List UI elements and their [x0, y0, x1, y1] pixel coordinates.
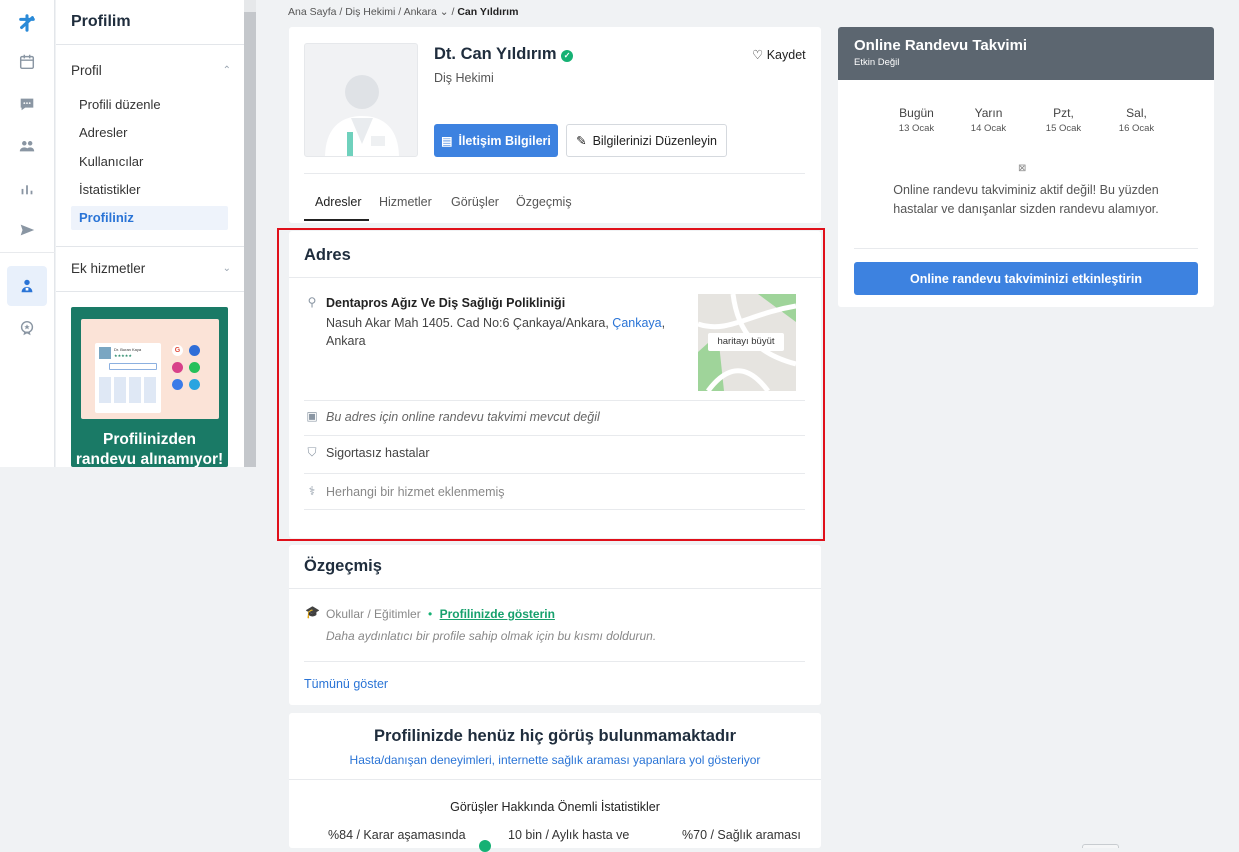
- save-label: Kaydet: [766, 48, 806, 62]
- active-tab-indicator: [304, 219, 369, 221]
- sidebar-item-your-profile[interactable]: Profiliniz: [71, 206, 228, 230]
- date-tuesday: 16 Ocak: [1118, 123, 1155, 134]
- app-logo-icon[interactable]: [15, 11, 39, 35]
- calendar-icon[interactable]: [15, 50, 39, 74]
- stat-health-search: %70 / Sağlık araması: [682, 828, 801, 842]
- graduation-cap-icon: 🎓: [305, 605, 320, 619]
- day-tomorrow: Yarın: [974, 106, 1003, 120]
- show-on-profile-link[interactable]: Profilinizde gösterin: [440, 607, 555, 621]
- promo-banner[interactable]: Dr. Buran Kaya ★★★★★ G Profilinizden ran…: [71, 307, 228, 467]
- edit-profile-label: Bilgilerinizi Düzenleyin: [592, 133, 717, 148]
- reviews-heading: Profilinizde henüz hiç görüş bulunmamakt…: [373, 727, 737, 745]
- calendar-title: Online Randevu Takvimi: [854, 37, 1028, 54]
- tab-biography[interactable]: Özgeçmiş: [516, 195, 572, 209]
- side-menu-scrollbar[interactable]: [244, 0, 256, 467]
- section-profile-label: Profil: [71, 63, 102, 78]
- floating-widget[interactable]: [1082, 844, 1119, 848]
- online-calendar-card: Online Randevu Takvimi Etkin Değil Bugün…: [838, 27, 1214, 307]
- statistics-icon[interactable]: [15, 176, 39, 200]
- highlight-box: [277, 228, 825, 541]
- reviews-card: Profilinizde henüz hiç görüş bulunmamakt…: [289, 713, 821, 852]
- breadcrumb-current: Can Yıldırım: [457, 6, 519, 18]
- heart-icon: ♡: [752, 48, 764, 62]
- stats-title: Görüşler Hakkında Önemli İstatistikler: [450, 800, 660, 814]
- calendar-off-icon: ⊠: [1018, 163, 1027, 174]
- sidebar-item-edit-profile[interactable]: Profili düzenle: [79, 97, 161, 112]
- day-monday: Pzt,: [1053, 106, 1074, 120]
- calendar-message: Online randevu takviminiz aktif değil! B…: [838, 181, 1214, 219]
- stat-decision: %84 / Karar aşamasında: [328, 828, 466, 842]
- profile-card: Dt. Can Yıldırım ✓ Diş Hekimi ♡ Kaydet ▤…: [289, 27, 821, 223]
- day-tuesday: Sal,: [1126, 106, 1147, 120]
- contact-info-button[interactable]: ▤ İletişim Bilgileri: [434, 124, 558, 157]
- chevron-up-icon: ⌃: [222, 65, 231, 76]
- sidebar-item-addresses[interactable]: Adresler: [79, 125, 127, 140]
- promo-text-line1: Profilinizden: [103, 431, 196, 448]
- reviews-subtitle[interactable]: Hasta/danışan deneyimleri, internette sa…: [289, 753, 821, 767]
- sidebar-item-statistics[interactable]: İstatistikler: [79, 182, 140, 197]
- schools-label: Okullar / Eğitimler: [326, 607, 421, 621]
- award-icon[interactable]: [15, 316, 39, 340]
- date-tomorrow: 14 Ocak: [970, 123, 1007, 134]
- edit-profile-button[interactable]: ✎ Bilgilerinizi Düzenleyin: [566, 124, 727, 157]
- promo-text-line2: randevu alınamıyor!: [75, 451, 224, 467]
- section-profile-toggle[interactable]: Profil ⌃: [71, 63, 231, 78]
- users-icon[interactable]: [15, 134, 39, 158]
- calendar-message-line2: hastalar ve danışanlar sizden randevu al…: [893, 202, 1159, 216]
- date-today: 13 Ocak: [898, 123, 935, 134]
- activate-calendar-button[interactable]: Online randevu takviminizi etkinleştirin: [854, 262, 1198, 295]
- breadcrumb-home[interactable]: Ana Sayfa: [288, 6, 336, 18]
- chevron-down-icon: ⌄: [436, 6, 449, 18]
- side-menu-title: Profilim: [71, 13, 131, 30]
- schools-row: Okullar / Eğitimler • Profilinizde göste…: [326, 607, 555, 621]
- biography-card: Özgeçmiş 🎓 Okullar / Eğitimler • Profili…: [289, 545, 821, 705]
- verified-check-icon: ✓: [561, 50, 574, 62]
- promo-illustration: Dr. Buran Kaya ★★★★★ G: [81, 319, 219, 419]
- breadcrumb-city[interactable]: Ankara: [404, 6, 437, 18]
- biography-heading: Özgeçmiş: [304, 557, 382, 575]
- biography-hint: Daha aydınlatıcı bir profile sahip olmak…: [326, 629, 657, 643]
- date-monday: 15 Ocak: [1045, 123, 1082, 134]
- show-all-link[interactable]: Tümünü göster: [304, 677, 388, 691]
- stat-monthly: 10 bin / Aylık hasta ve: [508, 828, 630, 842]
- pencil-icon: ✎: [576, 134, 587, 148]
- promo-mini-name: Dr. Buran Kaya: [114, 347, 142, 352]
- breadcrumb: Ana Sayfa / Diş Hekimi / Ankara ⌄ / Can …: [288, 6, 519, 18]
- breadcrumb-specialty[interactable]: Diş Hekimi: [345, 6, 395, 18]
- doctor-name: Dt. Can Yıldırım ✓: [434, 45, 574, 64]
- messages-icon[interactable]: [15, 92, 39, 116]
- calendar-message-line1: Online randevu takviminiz aktif değil! B…: [893, 183, 1159, 197]
- activate-calendar-label: Online randevu takviminizi etkinleştirin: [909, 271, 1142, 286]
- save-button[interactable]: ♡ Kaydet: [752, 47, 806, 62]
- doctor-specialty: Diş Hekimi: [434, 71, 494, 85]
- scrollbar-thumb[interactable]: [244, 12, 256, 467]
- section-extra-label: Ek hizmetler: [71, 261, 146, 276]
- contact-info-label: İletişim Bilgileri: [458, 133, 551, 148]
- tab-addresses[interactable]: Adresler: [315, 195, 362, 209]
- doctor-name-text: Dt. Can Yıldırım: [434, 45, 557, 63]
- icon-rail: [0, 0, 55, 467]
- chevron-down-icon: ⌄: [222, 263, 231, 274]
- check-icon: [479, 840, 491, 852]
- day-today: Bugün: [899, 106, 934, 120]
- calendar-header: Online Randevu Takvimi Etkin Değil: [838, 27, 1214, 80]
- calendar-status: Etkin Değil: [854, 57, 900, 68]
- tab-reviews[interactable]: Görüşler: [451, 195, 499, 209]
- doctor-profile-icon[interactable]: [7, 266, 47, 306]
- promo-mini-profile: Dr. Buran Kaya ★★★★★: [95, 343, 161, 413]
- sidebar-item-users[interactable]: Kullanıcılar: [79, 154, 143, 169]
- send-icon[interactable]: [15, 218, 39, 242]
- section-extra-services-toggle[interactable]: Ek hizmetler ⌄: [71, 261, 231, 276]
- profile-side-menu: Profilim Profil ⌃ Profili düzenle Adresl…: [56, 0, 244, 467]
- tab-services[interactable]: Hizmetler: [379, 195, 432, 209]
- avatar[interactable]: [304, 43, 418, 157]
- contact-card-icon: ▤: [441, 133, 453, 148]
